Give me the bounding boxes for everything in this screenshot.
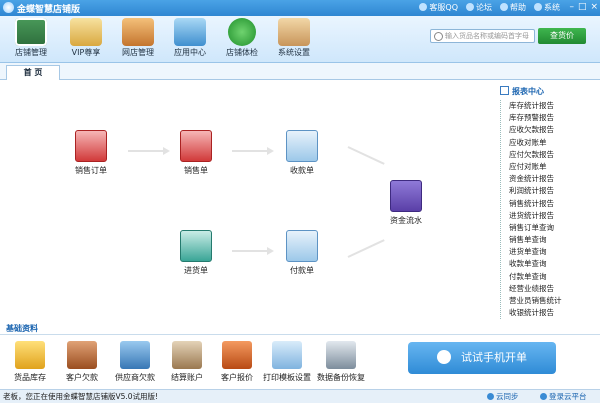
window-title: 金蝶智慧店铺版 [17, 5, 81, 15]
report-center-title[interactable]: 报表中心 [500, 86, 600, 97]
status-bar: 老板，您正在使用金蝶智慧店铺版V5.0试用版! 云同步 登录云平台 [0, 389, 600, 403]
backup-icon [326, 341, 356, 369]
clipboard-green-icon [180, 230, 212, 262]
app-center-icon [174, 18, 206, 46]
toolbar-online-store[interactable]: 网店管理 [113, 18, 163, 58]
report-icon [500, 86, 509, 95]
printer-icon [272, 341, 302, 369]
flow-purchase[interactable]: 进货单 [166, 230, 226, 276]
clipboard-red-icon [180, 130, 212, 162]
report-item[interactable]: 应付欠款报告 [509, 149, 600, 161]
report-item[interactable]: 应付对账单 [509, 161, 600, 173]
toolbar-vip[interactable]: VIP尊享 [61, 18, 111, 58]
report-item[interactable]: 销售统计报告 [509, 198, 600, 210]
toolbar-store-manage[interactable]: 店铺管理 [6, 18, 56, 58]
flow-arrow [232, 147, 274, 155]
report-item[interactable]: 销售单查询 [509, 234, 600, 246]
megaphone-icon [437, 350, 451, 364]
cloud-sync-link[interactable]: 云同步 [487, 390, 519, 403]
title-links: 客服QQ 论坛 帮助 系统 [419, 2, 560, 13]
base-backup[interactable]: 数据备份恢复 [314, 341, 368, 383]
close-button[interactable]: × [590, 2, 598, 12]
toolbar-store-checkup[interactable]: 店铺体检 [217, 18, 267, 58]
report-item[interactable]: 收款单查询 [509, 258, 600, 270]
base-supplier-debt[interactable]: 供应商欠款 [108, 341, 162, 383]
title-bar: 金蝶智慧店铺版 客服QQ 论坛 帮助 系统 – □ × [0, 0, 600, 16]
maximize-button[interactable]: □ [578, 2, 587, 12]
app-logo-icon [3, 2, 14, 13]
base-print-template[interactable]: 打印模板设置 [260, 341, 314, 383]
report-item[interactable]: 进货统计报告 [509, 210, 600, 222]
title-link-help[interactable]: 帮助 [500, 2, 526, 13]
divider [0, 334, 600, 335]
window-controls: – □ × [569, 2, 598, 12]
user-icon [540, 393, 547, 400]
report-item[interactable]: 收银统计报告 [509, 307, 600, 319]
store-checkup-icon [228, 18, 256, 46]
search-price-button[interactable]: 查货价 [538, 28, 586, 44]
gear-icon [534, 3, 542, 11]
title-link-qq[interactable]: 客服QQ [419, 2, 458, 13]
customer-debt-icon [67, 341, 97, 369]
toolbar-app-center[interactable]: 应用中心 [165, 18, 215, 58]
minimize-button[interactable]: – [569, 2, 574, 12]
qq-icon [419, 3, 428, 11]
status-message: 老板，您正在使用金蝶智慧店铺版V5.0试用版! [3, 392, 159, 401]
yen-payment-icon [286, 230, 318, 262]
vip-icon [70, 18, 102, 46]
sync-icon [487, 393, 494, 400]
report-item[interactable]: 库存统计报告 [509, 100, 600, 112]
report-item[interactable]: 库存预警报告 [509, 112, 600, 124]
forum-icon [466, 3, 474, 11]
customer-quote-icon [222, 341, 252, 369]
goods-stock-icon [15, 341, 45, 369]
tab-bar: 首 页 [0, 63, 600, 80]
cloud-login-link[interactable]: 登录云平台 [540, 390, 587, 403]
tab-home[interactable]: 首 页 [6, 65, 60, 80]
settings-box-icon [278, 18, 310, 46]
base-customer-quote[interactable]: 客户报价 [210, 341, 264, 383]
settle-account-icon [172, 341, 202, 369]
flow-sales-slip[interactable]: 销售单 [166, 130, 226, 176]
flow-arrow [128, 147, 170, 155]
base-settle-account[interactable]: 结算账户 [160, 341, 214, 383]
clipboard-red-icon [75, 130, 107, 162]
report-list: 库存统计报告 库存预警报告 应收欠款报告 应收对账单 应付欠款报告 应付对账单 资金统计报告… [500, 100, 600, 320]
try-mobile-order-button[interactable]: 试试手机开单 [408, 342, 556, 374]
store-manage-icon [15, 18, 47, 46]
flow-arrow [232, 247, 274, 255]
report-item[interactable]: 付款单查询 [509, 271, 600, 283]
flow-receipt[interactable]: 收款单 [272, 130, 332, 176]
flow-cashflow[interactable]: 资金流水 [376, 180, 436, 226]
report-item[interactable]: 进货单查询 [509, 246, 600, 258]
title-link-system[interactable]: 系统 [534, 2, 560, 13]
report-item[interactable]: 应收对账单 [509, 137, 600, 149]
base-goods-stock[interactable]: 货品库存 [3, 341, 57, 383]
base-section-title: 基础资料 [6, 324, 38, 333]
report-item[interactable]: 应收欠款报告 [509, 124, 600, 136]
report-item[interactable]: 利润统计报告 [509, 185, 600, 197]
flow-payment[interactable]: 付款单 [272, 230, 332, 276]
supplier-debt-icon [120, 341, 150, 369]
flow-sales-order[interactable]: 销售订单 [61, 130, 121, 176]
report-item[interactable]: 经营业绩报告 [509, 283, 600, 295]
yen-receipt-icon [286, 130, 318, 162]
title-link-forum[interactable]: 论坛 [466, 2, 492, 13]
report-item[interactable]: 营业员销售统计 [509, 295, 600, 307]
report-center: 报表中心 库存统计报告 库存预警报告 应收欠款报告 应收对账单 应付欠款报告 应付对账单资… [500, 86, 600, 320]
toolbar-settings[interactable]: 系统设置 [269, 18, 319, 58]
base-customer-debt[interactable]: 客户欠款 [55, 341, 109, 383]
search-icon [434, 32, 443, 41]
report-item[interactable]: 销售订单查询 [509, 222, 600, 234]
report-item[interactable]: 资金统计报告 [509, 173, 600, 185]
help-icon [500, 3, 508, 11]
coins-chart-icon [390, 180, 422, 212]
search-input[interactable]: 输入货品名称或编码首字母 [430, 29, 535, 43]
online-store-icon [122, 18, 154, 46]
